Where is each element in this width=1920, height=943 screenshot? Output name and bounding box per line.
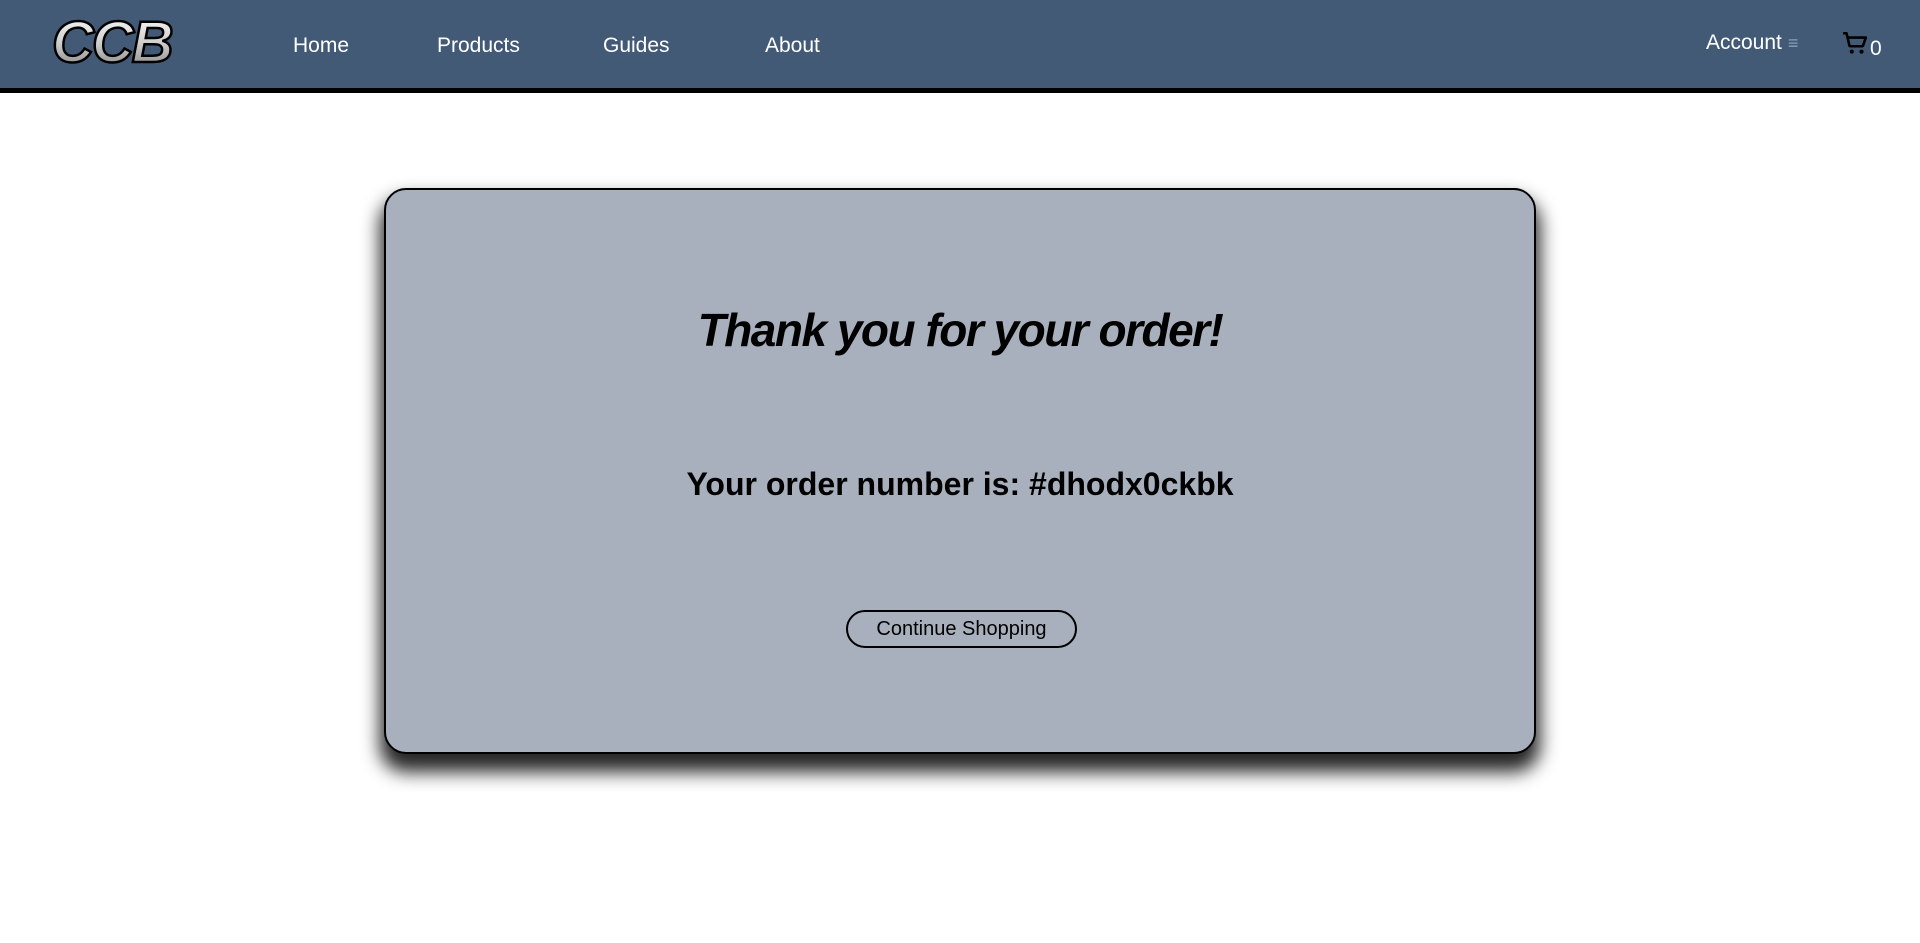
account-menu[interactable]: Account ≡ [1706, 30, 1798, 56]
menu-icon: ≡ [1787, 33, 1799, 53]
nav-about[interactable]: About [765, 33, 820, 59]
navbar: CCB Home Products Guides About Account ≡… [0, 0, 1920, 93]
continue-shopping-button[interactable]: Continue Shopping [846, 610, 1077, 648]
nav-home[interactable]: Home [293, 33, 349, 59]
logo-text: CCB [52, 14, 172, 70]
cart-icon [1843, 31, 1868, 54]
cart-button[interactable]: 0 [1842, 30, 1882, 60]
cart-count: 0 [1870, 37, 1882, 60]
order-confirmation-card: Thank you for your order! Your order num… [384, 188, 1536, 754]
nav-products[interactable]: Products [437, 33, 520, 59]
order-number-text: Your order number is: #dhodx0ckbk [686, 466, 1234, 502]
nav-guides[interactable]: Guides [603, 33, 670, 59]
ccb-logo[interactable]: CCB [48, 14, 198, 70]
thank-you-heading: Thank you for your order! [697, 304, 1224, 356]
account-label: Account [1706, 31, 1782, 54]
